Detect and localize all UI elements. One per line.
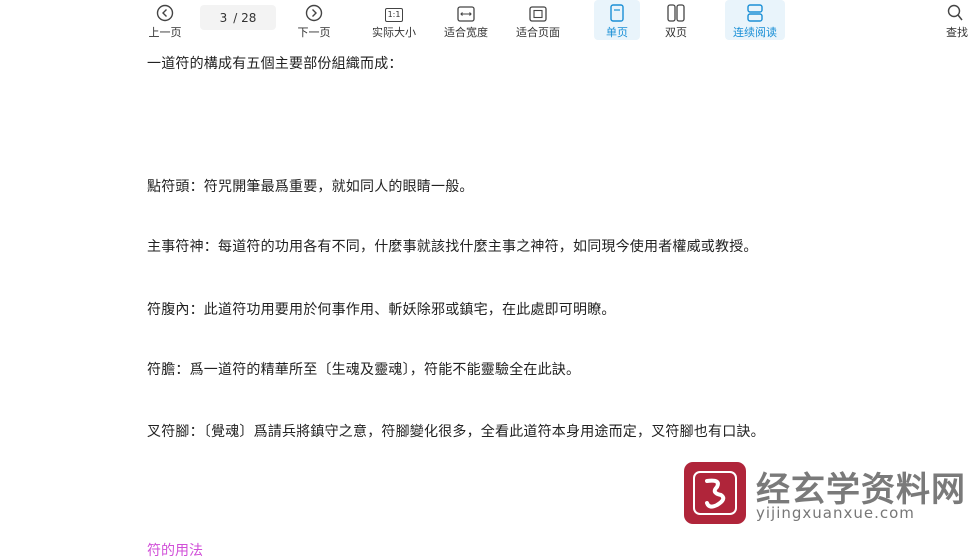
continuous-reading-button[interactable]: 连续阅读	[725, 0, 785, 40]
prev-page-label: 上一页	[148, 26, 182, 39]
total-pages: / 28	[233, 10, 257, 25]
fit-page-label: 适合页面	[516, 26, 560, 39]
chevron-left-circle-icon	[156, 0, 174, 22]
next-page-label: 下一页	[297, 26, 331, 39]
prev-page-button[interactable]: 上一页	[146, 0, 184, 40]
doc-line-3: 符腹內：此道符功用要用於何事作用、斬妖除邪或鎮宅，在此處即可明瞭。	[147, 302, 616, 318]
double-page-button[interactable]: 双页	[656, 0, 696, 40]
search-icon	[940, 0, 963, 22]
actual-size-button[interactable]: 1:1 实际大小	[368, 0, 420, 40]
watermark-url: yijingxuanxue.com	[756, 504, 915, 522]
fit-page-icon	[529, 0, 547, 22]
chevron-right-circle-icon	[305, 0, 323, 22]
doc-line-5: 叉符腳：〔覺魂〕爲請兵將鎮守之意，符腳變化很多，全看此道符本身用途而定，叉符腳也…	[147, 424, 765, 440]
fit-page-button[interactable]: 适合页面	[512, 0, 564, 40]
seal-logo-icon	[684, 462, 746, 524]
fit-width-button[interactable]: 适合宽度	[440, 0, 492, 40]
actual-size-label: 实际大小	[372, 26, 416, 39]
next-page-button[interactable]: 下一页	[295, 0, 333, 40]
single-page-label: 单页	[606, 26, 628, 39]
double-page-label: 双页	[665, 26, 687, 39]
fit-width-icon	[457, 0, 475, 22]
double-page-icon	[667, 0, 685, 22]
continuous-reading-label: 连续阅读	[733, 26, 777, 39]
search-button[interactable]: 查找	[940, 0, 969, 40]
search-label: 查找	[946, 26, 968, 39]
continuous-reading-icon	[747, 0, 763, 22]
site-watermark: 经玄学资料网 yijingxuanxue.com	[684, 462, 965, 524]
doc-next-heading: 符的用法	[147, 543, 203, 559]
current-page: 3	[219, 10, 228, 25]
page-number-input[interactable]: 3 / 28	[200, 5, 276, 30]
doc-intro: 一道符的構成有五個主要部份組織而成：	[147, 56, 403, 72]
doc-line-2: 主事符神：每道符的功用各有不同，什麼事就該找什麼主事之神符，如同現今使用者權威或…	[147, 239, 758, 255]
doc-line-1: 點符頭：符咒開筆最爲重要，就如同人的眼睛一般。	[147, 179, 474, 195]
single-page-button[interactable]: 单页	[594, 0, 640, 40]
reader-toolbar: 上一页 3 / 28 下一页 1:1 实际大小 适合宽度 适合页面 单页 双页 …	[0, 0, 969, 44]
single-page-icon	[610, 0, 624, 22]
fit-width-label: 适合宽度	[444, 26, 488, 39]
doc-line-4: 符膽：爲一道符的精華所至〔生魂及靈魂〕，符能不能靈驗全在此訣。	[147, 362, 581, 378]
actual-size-icon: 1:1	[384, 0, 404, 22]
